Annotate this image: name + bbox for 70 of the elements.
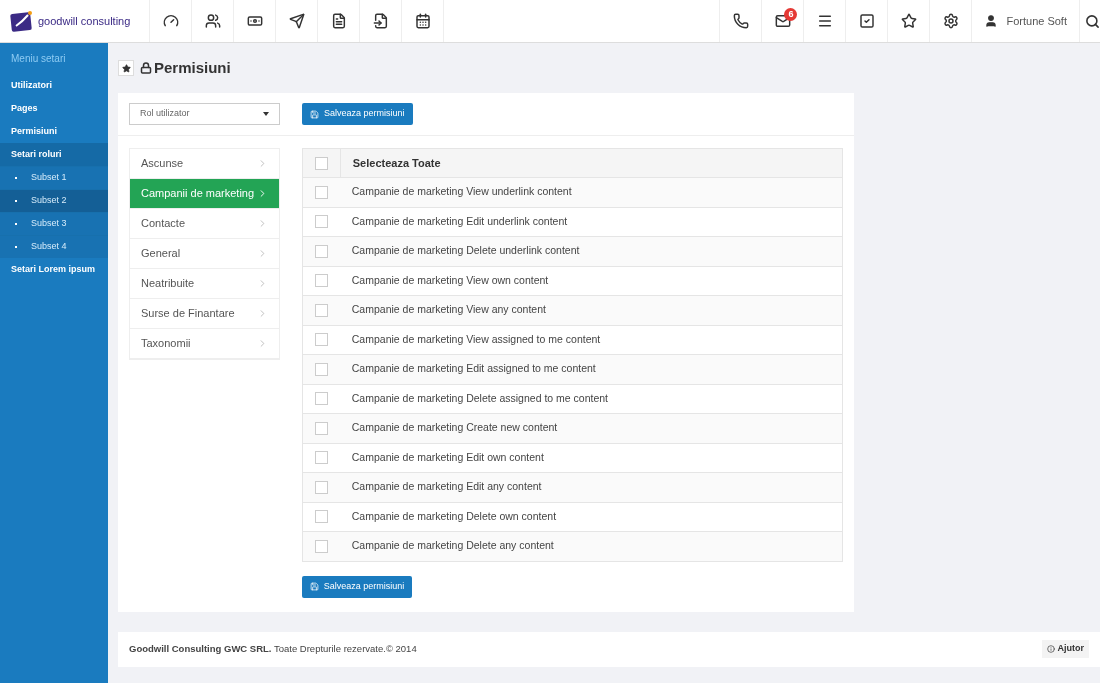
sidebar-item[interactable]: Setari roluri <box>0 143 108 166</box>
table-cell-text: Campanie de marketing Delete underlink content <box>350 243 580 259</box>
checkbox[interactable] <box>314 480 328 494</box>
table-cell-text: Campanie de marketing Delete assigned to me content <box>350 390 608 406</box>
paper-plane-icon <box>288 13 305 29</box>
users-icon <box>204 13 221 29</box>
table-cell-text: Campanie de marketing View assigned to me content <box>350 331 601 347</box>
checkbox[interactable] <box>314 392 328 406</box>
document-icon <box>330 13 347 29</box>
banknote-icon <box>246 13 263 29</box>
checkbox[interactable] <box>314 539 328 553</box>
info-icon <box>1046 645 1055 653</box>
sidebar-item[interactable]: Setari Lorem ipsum <box>0 258 108 281</box>
table-cell-text: Campanie de marketing Edit underlink content <box>350 213 568 229</box>
favorite-button[interactable] <box>118 60 134 76</box>
table-cell-text: Campanie de marketing View underlink content <box>350 184 572 200</box>
gauge-icon <box>162 13 179 29</box>
checkbox[interactable] <box>314 333 328 347</box>
star-icon <box>900 13 917 29</box>
save-button[interactable]: Salveaza permisiuni <box>301 575 413 598</box>
sidebar-subitem[interactable]: Subset 3 <box>0 212 108 235</box>
select-all-label: Selecteaza Toate <box>339 149 441 177</box>
table-cell-text: Campanie de marketing View own content <box>350 272 549 288</box>
user-menu[interactable]: Fortune Soft <box>972 0 1080 42</box>
sidebar-subitem[interactable]: Subset 4 <box>0 235 108 258</box>
save-icon <box>309 582 319 591</box>
checkbox[interactable] <box>314 451 328 465</box>
page-title: Permisiuni <box>154 57 231 78</box>
role-select[interactable]: Rol utilizator <box>129 103 280 125</box>
checkbox[interactable] <box>314 303 328 317</box>
checkbox[interactable] <box>314 274 328 288</box>
table-cell-text: Campanie de marketing Edit own content <box>350 449 544 465</box>
copyright-text: Goodwill Consulting GWC SRL. Toate Drepturile rezervate.© 2014 <box>129 641 417 656</box>
checkbox[interactable] <box>314 244 328 258</box>
brand-name: goodwill consulting <box>38 13 131 29</box>
table-cell-text: Campanie de marketing Delete any content <box>350 538 554 554</box>
phone-icon <box>732 13 749 29</box>
table-cell-text: Campanie de marketing Edit assigned to me content <box>350 361 596 377</box>
checkbox-icon <box>858 13 875 29</box>
table-cell-text: Campanie de marketing View any content <box>350 302 546 318</box>
checkbox[interactable] <box>314 185 328 199</box>
notification-badge: 6 <box>784 8 798 21</box>
sidebar-subitem[interactable]: Subset 1 <box>0 166 108 189</box>
logo-icon <box>10 10 34 32</box>
sidebar-subitem[interactable]: Subset 2 <box>0 189 108 212</box>
table-cell-text: Campanie de marketing Edit any content <box>350 479 542 495</box>
calendar-icon <box>414 13 431 29</box>
table-cell-text: Campanie de marketing Create new content <box>350 420 558 436</box>
lock-icon <box>140 62 152 74</box>
save-icon <box>310 109 319 119</box>
save-button[interactable]: Salveaza permisiuni <box>302 103 413 125</box>
search-icon[interactable] <box>1085 13 1100 29</box>
star-icon <box>121 63 131 73</box>
sidebar-item[interactable]: Pages <box>0 97 108 120</box>
checkbox[interactable] <box>314 421 328 435</box>
checkbox[interactable] <box>314 510 328 524</box>
sidebar-item[interactable]: Permisiuni <box>0 120 108 143</box>
toolbar-button[interactable]: 6 <box>762 0 805 42</box>
help-button[interactable]: Ajutor <box>1041 640 1089 658</box>
user-icon <box>984 14 999 28</box>
checkbox[interactable] <box>314 156 328 170</box>
sidebar-title: Meniu setari <box>10 52 67 66</box>
settings-icon <box>942 13 959 29</box>
checkbox[interactable] <box>314 215 328 229</box>
category-item[interactable]: Campanii de marketing <box>130 179 279 209</box>
checkbox[interactable] <box>314 362 328 376</box>
menu-icon <box>816 13 833 29</box>
sidebar-item[interactable]: Utilizatori <box>0 74 108 97</box>
file-icon <box>372 13 389 29</box>
table-cell-text: Campanie de marketing Delete own content <box>350 508 557 524</box>
